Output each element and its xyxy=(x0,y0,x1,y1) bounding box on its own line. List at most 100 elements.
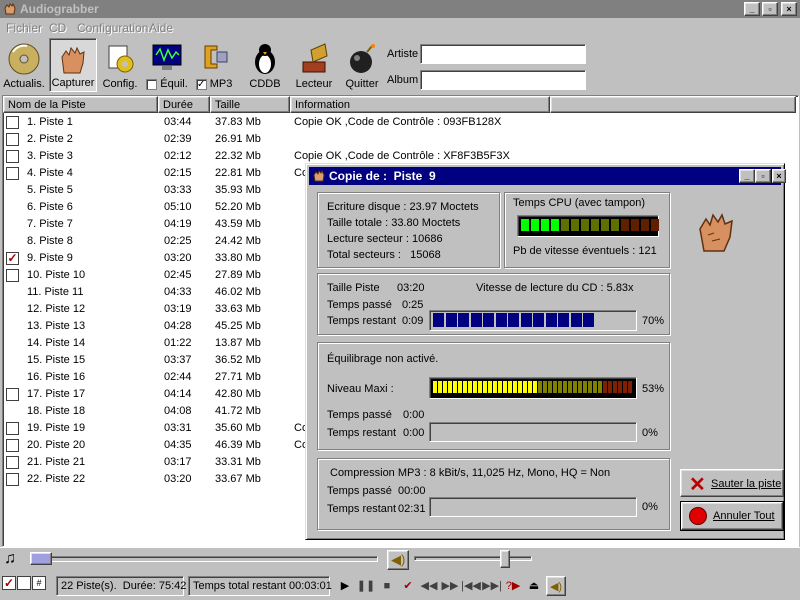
column-header-name[interactable]: Nom de la Piste xyxy=(3,96,158,113)
artist-input[interactable] xyxy=(420,44,586,64)
track-checkbox[interactable] xyxy=(6,150,19,163)
track-name: 12. Piste 12 xyxy=(27,303,86,315)
previous-track-icon[interactable]: |◀◀ xyxy=(461,576,481,596)
track-name: 10. Piste 10 xyxy=(27,269,86,281)
track-checkbox[interactable] xyxy=(6,422,19,435)
track-name: 4. Piste 4 xyxy=(27,167,73,179)
track-checkbox[interactable] xyxy=(6,133,19,146)
track-name: 5. Piste 5 xyxy=(27,184,73,196)
track-checkbox[interactable] xyxy=(6,388,19,401)
cpu-meter-segment xyxy=(631,219,639,231)
menu-fichier[interactable]: Fichier xyxy=(6,21,42,35)
track-size: 52.20 Mb xyxy=(215,201,261,213)
track-duration: 04:08 xyxy=(164,405,192,417)
mp3-group: Compression MP3 : 8 kBit/s, 11,025 Hz, M… xyxy=(317,458,670,530)
level-meter-segment xyxy=(558,381,562,393)
maximize-button[interactable]: ▫ xyxy=(762,2,778,16)
equalize-checkbox[interactable] xyxy=(146,78,158,90)
stop-icon[interactable]: ■ xyxy=(377,576,397,596)
mp3-toggle[interactable]: ✓ MP3 xyxy=(192,38,236,92)
fast-forward-icon[interactable]: ▶▶ xyxy=(440,576,460,596)
capture-label: Capturer xyxy=(51,77,95,89)
close-button[interactable]: × xyxy=(781,2,797,16)
track-name: 18. Piste 18 xyxy=(27,405,86,417)
minimize-button[interactable]: _ xyxy=(744,2,760,16)
cpu-label: Temps CPU (avec tampon) xyxy=(513,197,646,209)
record-check-icon[interactable]: ✔ xyxy=(398,576,418,596)
pause-icon[interactable]: ❚❚ xyxy=(356,576,376,596)
speaker-toggle-icon[interactable]: ◀) xyxy=(546,576,566,596)
album-input[interactable] xyxy=(420,70,586,90)
config-button[interactable]: Config. xyxy=(100,38,140,92)
table-row[interactable]: 2. Piste 2 02:39 26.91 Mb xyxy=(3,131,793,148)
dialog-close-button[interactable]: × xyxy=(772,169,786,183)
volume-button[interactable]: ◀) xyxy=(387,550,409,570)
column-header-info[interactable]: Information xyxy=(290,96,550,113)
random-play-icon[interactable]: ?▶ xyxy=(503,576,523,596)
position-slider[interactable] xyxy=(30,552,52,565)
next-track-icon[interactable]: ▶▶| xyxy=(482,576,502,596)
menu-cd[interactable]: CD xyxy=(49,21,66,35)
player-button[interactable]: Lecteur xyxy=(292,38,336,92)
invert-selection-button[interactable]: # xyxy=(32,576,46,590)
menu-aide[interactable]: Aide xyxy=(149,21,173,35)
cpu-meter-segment xyxy=(641,219,649,231)
track-checkbox[interactable] xyxy=(6,116,19,129)
table-row[interactable]: 1. Piste 1 03:44 37.83 Mb Copie OK ,Code de… xyxy=(3,114,793,131)
uncheck-all-button[interactable] xyxy=(17,576,31,590)
track-duration: 04:33 xyxy=(164,286,192,298)
track-size: 35.93 Mb xyxy=(215,184,261,196)
level-meter-segment xyxy=(468,381,472,393)
level-meter-segment xyxy=(478,381,482,393)
progress-segment xyxy=(583,313,594,327)
skip-track-button[interactable]: ✕ Sauter la piste xyxy=(680,469,784,497)
track-duration: 03:20 xyxy=(164,252,192,264)
check-all-button[interactable]: ✓ xyxy=(2,576,16,590)
track-checkbox[interactable] xyxy=(6,473,19,486)
dialog-maximize-button[interactable]: ▫ xyxy=(755,169,771,183)
track-size-label: Taille Piste xyxy=(327,282,380,294)
dialog-title-bar: Copie de : Piste 9 _ ▫ × xyxy=(309,167,786,185)
track-checkbox[interactable] xyxy=(6,269,19,282)
track-duration: 02:12 xyxy=(164,150,192,162)
eject-icon[interactable]: ⏏ xyxy=(524,576,544,596)
capture-button[interactable]: Capturer xyxy=(49,38,97,92)
column-header-size[interactable]: Taille xyxy=(210,96,290,113)
menu-configuration[interactable]: Configuration xyxy=(77,21,148,35)
quit-button[interactable]: Quitter xyxy=(340,38,384,92)
level-meter-segment xyxy=(553,381,557,393)
config-label: Config. xyxy=(102,78,138,90)
dialog-minimize-button[interactable]: _ xyxy=(739,169,755,183)
mp3-progress-bar xyxy=(429,497,637,517)
track-name: 22. Piste 22 xyxy=(27,473,86,485)
cpu-meter-segment xyxy=(601,219,609,231)
play-icon[interactable]: ▶ xyxy=(335,576,355,596)
mp3-percent: 0% xyxy=(642,501,658,513)
rewind-icon[interactable]: ◀◀ xyxy=(419,576,439,596)
cddb-button[interactable]: CDDB xyxy=(245,38,285,92)
track-name: 15. Piste 15 xyxy=(27,354,86,366)
norm-remaining-label: Temps restant xyxy=(327,427,397,439)
mp3-checkbox[interactable]: ✓ xyxy=(195,78,207,90)
column-header-duration[interactable]: Durée xyxy=(158,96,210,113)
app-icon xyxy=(4,2,16,15)
track-checkbox[interactable] xyxy=(6,456,19,469)
track-size: 22.32 Mb xyxy=(215,150,261,162)
track-checkbox[interactable]: ✓ xyxy=(6,252,19,265)
track-size: 27.71 Mb xyxy=(215,371,261,383)
cancel-all-button[interactable]: Annuler Tout xyxy=(680,501,784,531)
progress-percent: 70% xyxy=(642,315,665,327)
disk-write: Ecriture disque : 23.97 Moctets xyxy=(327,201,479,213)
copy-dialog: Copie de : Piste 9 _ ▫ × Ecriture disque… xyxy=(305,163,786,540)
equalize-toggle[interactable]: Équil. xyxy=(145,38,189,92)
track-checkbox[interactable] xyxy=(6,167,19,180)
level-meter-segment xyxy=(593,381,597,393)
refresh-button[interactable]: Actualis. xyxy=(2,38,46,92)
level-meter-segment xyxy=(583,381,587,393)
track-name: 8. Piste 8 xyxy=(27,235,73,247)
volume-slider[interactable] xyxy=(500,550,511,568)
cpu-meter-segment xyxy=(591,219,599,231)
track-checkbox[interactable] xyxy=(6,439,19,452)
cpu-meter xyxy=(517,215,659,237)
monitor-wave-icon xyxy=(152,44,182,70)
